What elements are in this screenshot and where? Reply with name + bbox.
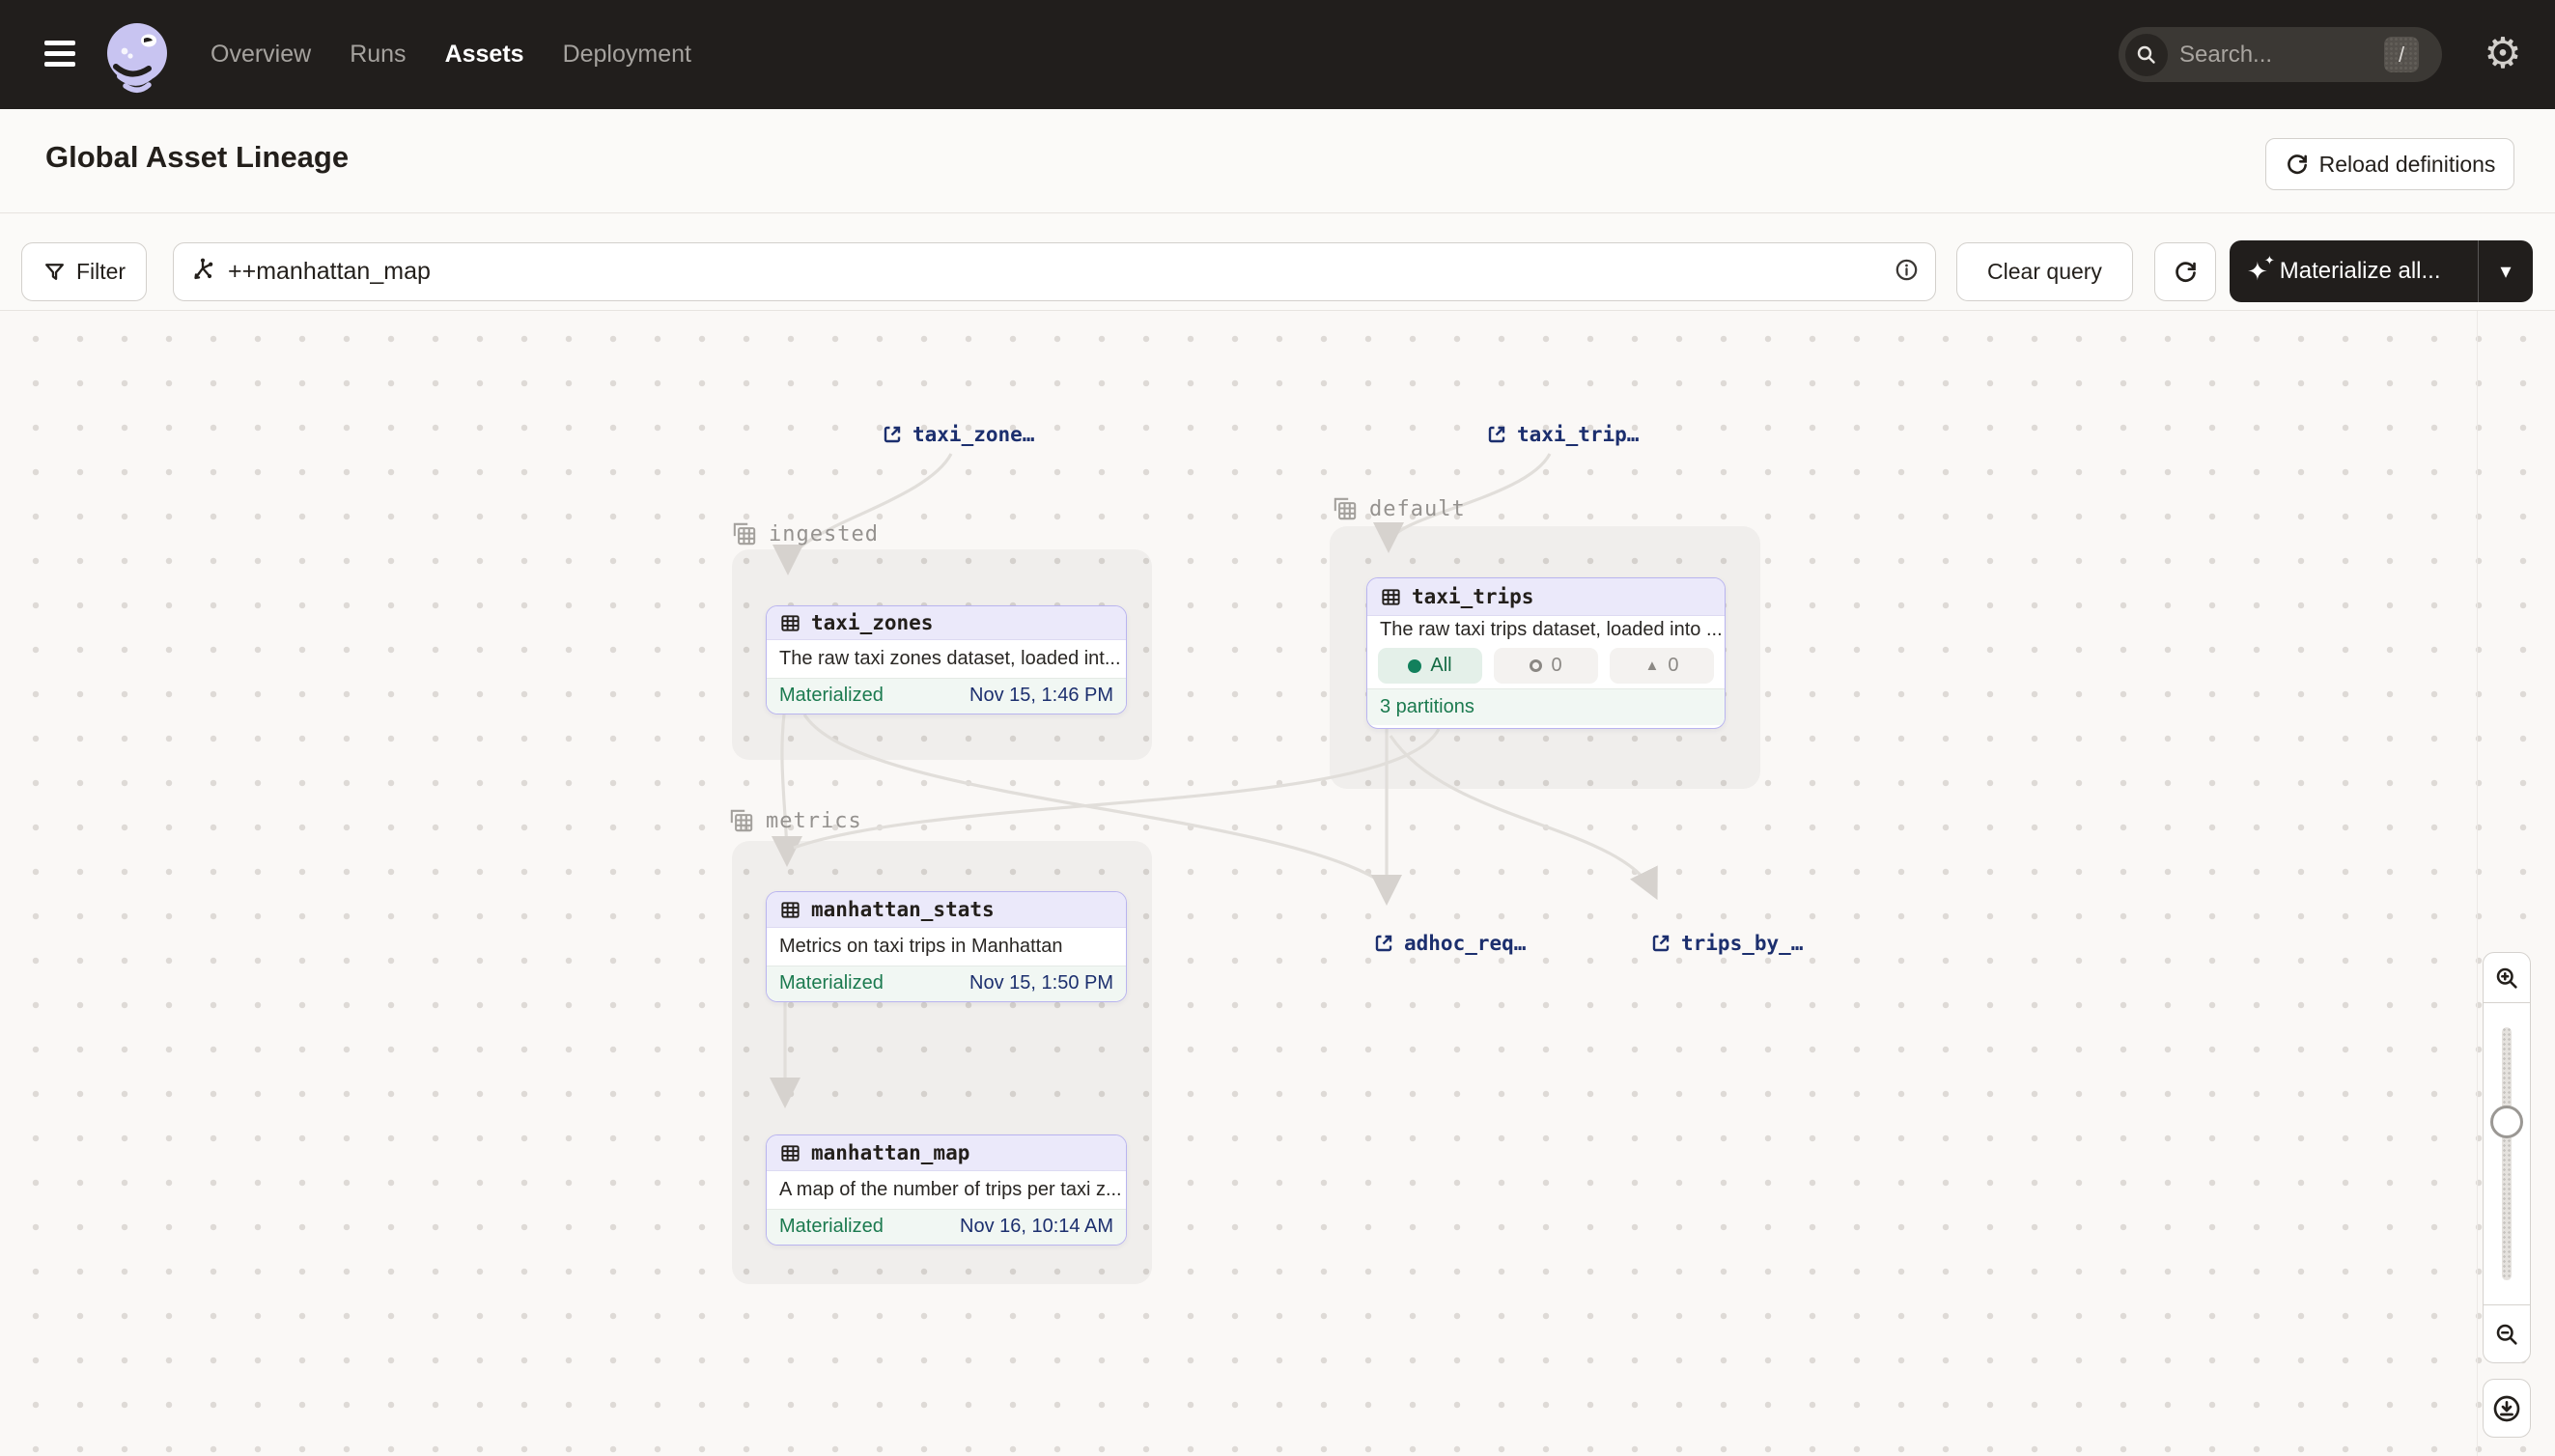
external-asset-taxi-trips-file[interactable]: taxi_trip… [1485,423,1639,446]
page-header: Global Asset Lineage Reload definitions [0,109,2555,213]
query-info-icon[interactable] [1894,257,1920,288]
asset-title: manhattan_map [811,1141,969,1164]
asset-description: Metrics on taxi trips in Manhattan [767,928,1126,965]
recenter-download-button[interactable] [2483,1379,2531,1438]
asset-title: taxi_zones [811,611,933,634]
refresh-icon [2173,259,2199,285]
hamburger-menu-icon[interactable] [44,41,75,68]
external-asset-adhoc-request[interactable]: adhoc_req… [1372,932,1526,955]
materialize-dropdown-caret[interactable]: ▾ [2479,259,2533,284]
group-tables-icon [730,519,759,548]
group-tables-icon [727,806,756,835]
success-dot-icon [1408,659,1421,673]
lineage-toolbar: Filter Clear query ✦✦ [0,214,2555,311]
zoom-slider[interactable] [2484,1003,2530,1304]
materialized-timestamp: Nov 16, 10:14 AM [960,1216,1113,1238]
asset-node-manhattan-stats[interactable]: manhattan_stats Metrics on taxi trips in… [766,891,1127,1002]
reload-icon [2285,152,2310,177]
refresh-graph-button[interactable] [2154,242,2216,301]
table-icon [779,612,801,634]
global-search[interactable]: / [2119,27,2442,82]
settings-gear-icon[interactable]: ⚙ [2480,30,2526,76]
group-label-default[interactable]: default [1331,494,1466,523]
search-shortcut-key: / [2384,37,2419,72]
primary-nav: Overview Runs Assets Deployment [211,0,691,109]
materialized-status: Materialized [779,1216,884,1238]
download-circle-icon [2491,1393,2522,1424]
table-icon [779,899,801,921]
asset-node-manhattan-map[interactable]: manhattan_map A map of the number of tri… [766,1134,1127,1246]
asset-title: manhattan_stats [811,898,995,921]
nav-item-assets[interactable]: Assets [445,41,524,69]
search-icon [2125,34,2168,76]
external-asset-taxi-zone-file[interactable]: taxi_zone… [881,423,1034,446]
partitions-missing-badge[interactable]: 0 [1494,648,1598,684]
zoom-out-icon [2493,1321,2520,1348]
lineage-canvas[interactable]: ingested default metrics [0,311,2555,1456]
zoom-controls [2483,952,2531,1363]
materialized-timestamp: Nov 15, 1:50 PM [969,972,1113,994]
group-tables-icon [1331,494,1360,523]
nav-item-deployment[interactable]: Deployment [563,41,691,69]
asset-query-input[interactable] [228,258,1894,286]
external-link-icon [1485,423,1508,446]
clear-query-button[interactable]: Clear query [1956,242,2133,301]
nav-item-overview[interactable]: Overview [211,41,311,69]
materialize-all-button[interactable]: ✦✦ Materialize all... ▾ [2230,240,2533,302]
sparkle-icon: ✦✦ [2247,257,2268,287]
search-input[interactable] [2179,42,2344,69]
external-link-icon [1649,932,1672,955]
page-title: Global Asset Lineage [45,140,349,175]
partitions-failed-badge[interactable]: ▲ 0 [1610,648,1714,684]
asset-query-field[interactable] [173,242,1936,301]
zoom-slider-track[interactable] [2502,1027,2512,1280]
asset-description: The raw taxi zones dataset, loaded int..… [767,640,1126,677]
filter-button[interactable]: Filter [21,242,147,301]
table-icon [779,1142,801,1164]
top-nav-bar: Overview Runs Assets Deployment / ⚙ [0,0,2555,109]
triangle-icon: ▲ [1645,658,1660,674]
filter-funnel-icon [42,260,67,284]
graph-query-icon [189,256,216,288]
zoom-slider-thumb[interactable] [2490,1106,2523,1138]
lineage-edges [0,311,2555,1456]
materialized-timestamp: Nov 15, 1:46 PM [969,685,1113,707]
materialized-status: Materialized [779,972,884,994]
ring-icon [1530,659,1542,672]
asset-title: taxi_trips [1412,585,1533,608]
partitions-all-badge[interactable]: All [1378,648,1482,684]
materialized-status: Materialized [779,685,884,707]
table-icon [1380,586,1402,608]
canvas-edge-divider [2477,311,2478,1456]
asset-description: A map of the number of trips per taxi z.… [767,1171,1126,1208]
zoom-in-icon [2493,965,2520,992]
group-label-ingested[interactable]: ingested [730,519,879,548]
reload-definitions-button[interactable]: Reload definitions [2265,138,2514,190]
dagster-logo-icon[interactable] [98,16,176,94]
partition-status-badges: All 0 ▲ 0 [1367,643,1725,688]
group-label-metrics[interactable]: metrics [727,806,862,835]
asset-description: The raw taxi trips dataset, loaded into … [1367,616,1725,643]
asset-node-taxi-trips[interactable]: taxi_trips The raw taxi trips dataset, l… [1366,577,1726,729]
external-link-icon [1372,932,1395,955]
zoom-in-button[interactable] [2484,953,2530,1003]
external-link-icon [881,423,904,446]
partitions-count: 3 partitions [1380,696,1474,718]
nav-item-runs[interactable]: Runs [350,41,406,69]
external-asset-trips-by-week[interactable]: trips_by_… [1649,932,1803,955]
zoom-out-button[interactable] [2484,1304,2530,1362]
asset-node-taxi-zones[interactable]: taxi_zones The raw taxi zones dataset, l… [766,605,1127,714]
